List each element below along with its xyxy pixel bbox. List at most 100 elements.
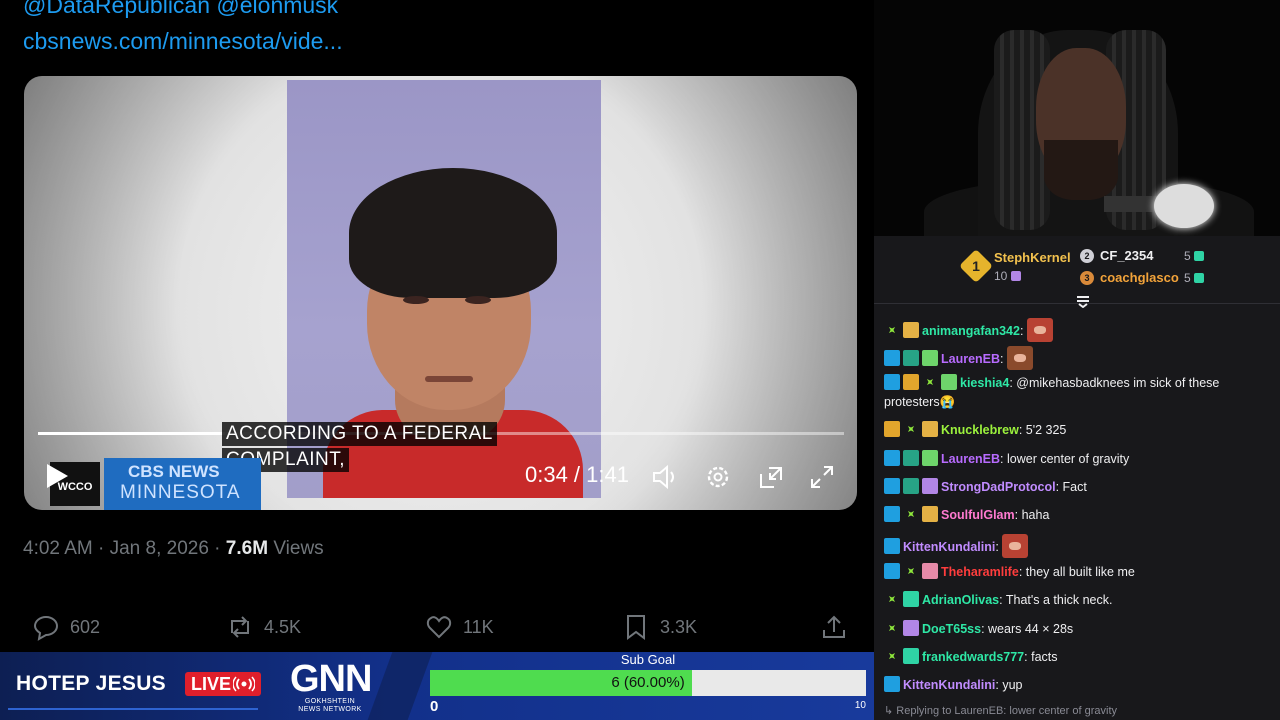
moderator-badge-icon: [884, 538, 900, 554]
bookmark-icon: [627, 615, 645, 640]
gift-leaderboard: 1 StephKernel 10 2 CF_2354 5 3 coachglas…: [874, 236, 1280, 308]
bar-divider: [8, 708, 258, 710]
broadcast-icon: [233, 676, 256, 692]
live-label: LIVE: [191, 674, 232, 694]
chat-text: That's a thick neck.: [1002, 593, 1113, 607]
leaderboard-second-count-value: 5: [1184, 248, 1191, 263]
chat-username[interactable]: LaurenEB: [941, 452, 1000, 466]
chat-username[interactable]: KittenKundalini: [903, 540, 995, 554]
tweet-link[interactable]: cbsnews.com/minnesota/vide...: [23, 28, 343, 55]
vip-badge-icon: [903, 450, 919, 466]
show-title: HOTEP JESUS: [16, 672, 166, 695]
volume-icon[interactable]: [651, 464, 679, 490]
moderator-badge-icon: [884, 506, 900, 522]
chat-username[interactable]: frankedwards777: [922, 650, 1024, 664]
chat-username[interactable]: kieshia4: [960, 376, 1009, 390]
sub-goal-max: 10: [854, 700, 866, 711]
hair: [349, 168, 557, 298]
sub-goal-progress-bar: 6 (60.00%): [430, 670, 866, 696]
emote-icon: [1007, 346, 1033, 370]
chat-username[interactable]: KittenKundalini: [903, 678, 995, 692]
gift-icon: [1194, 250, 1205, 261]
crown-badge-icon: [903, 374, 919, 390]
fullscreen-icon[interactable]: [808, 464, 836, 490]
collapse-toggle-icon[interactable]: [1076, 296, 1090, 308]
tweet-timestamp[interactable]: 4:02 AM · Jan 8, 2026 ·: [23, 538, 226, 559]
chat-username[interactable]: Theharamlife: [941, 565, 1019, 579]
chat-username[interactable]: animangafan342: [922, 324, 1020, 338]
leaderboard-first-name[interactable]: StephKernel: [994, 250, 1071, 265]
chat-text: wears 44 × 28s: [984, 622, 1074, 636]
emote-icon: [1026, 318, 1053, 342]
chat-message: LaurenEB: lower center of gravity: [884, 450, 1274, 469]
settings-gear-icon[interactable]: [704, 464, 732, 490]
sparkle-badge-icon: [903, 421, 919, 437]
repost-button[interactable]: 4.5K: [226, 610, 301, 644]
webcam-beard: [1044, 140, 1118, 200]
chat-panel: 1 StephKernel 10 2 CF_2354 5 3 coachglas…: [874, 236, 1280, 720]
gift-badge-icon: [922, 350, 938, 366]
gnn-logo-main: GNN: [290, 658, 372, 700]
chat-username[interactable]: Knucklebrew: [941, 423, 1019, 437]
repost-icon: [231, 616, 249, 638]
like-count: 11K: [463, 616, 494, 637]
vip-badge-icon: [903, 478, 919, 494]
vip-badge-icon: [903, 350, 919, 366]
gift-badge-icon: [941, 374, 957, 390]
sub-goal-widget: Sub Goal 6 (60.00%) 0 10: [430, 652, 866, 720]
chat-username[interactable]: AdrianOlivas: [922, 593, 999, 607]
reply-hint[interactable]: ↳ Replying to LaurenEB: lower center of …: [884, 704, 1117, 717]
tweet-panel: @DataRepublican @elonmusk cbsnews.com/mi…: [0, 0, 874, 652]
picture-in-picture-icon[interactable]: [757, 464, 785, 490]
video-progress-fill: [38, 432, 225, 435]
leaderboard-third[interactable]: 3 coachglasco 5: [1080, 270, 1280, 285]
heart-icon: [426, 616, 452, 639]
crown-badge-icon: [884, 421, 900, 437]
chat-message: KittenKundalini:: [884, 534, 1274, 558]
moderator-badge-icon: [884, 374, 900, 390]
video-player[interactable]: ACCORDING TO A FEDERAL COMPLAINT, WCCO C…: [24, 76, 857, 510]
chat-message: animangafan342:: [884, 318, 1274, 342]
live-badge: LIVE: [185, 672, 262, 696]
sparkle-badge-icon: [884, 322, 900, 338]
chat-message: DoeT65ss: wears 44 × 28s: [884, 620, 1274, 639]
rank-2-badge-icon: 2: [1080, 248, 1094, 263]
chat-message: Theharamlife: they all built like me: [884, 563, 1274, 582]
video-time: 0:34 / 1:41: [525, 462, 629, 487]
chat-username[interactable]: StrongDadProtocol: [941, 480, 1056, 494]
leaderboard-third-name: coachglasco: [1100, 270, 1179, 285]
like-button[interactable]: 11K: [425, 610, 494, 644]
rank-3-badge-icon: 3: [1080, 270, 1094, 285]
sparkle-badge-icon: [884, 648, 900, 664]
leaderboard-first-count: 10: [994, 269, 1024, 283]
gift-icon: [1010, 271, 1021, 281]
leaderboard-third-count: 5: [1184, 271, 1207, 285]
moderator-badge-icon: [884, 450, 900, 466]
chat-message: StrongDadProtocol: Fact: [884, 478, 1274, 497]
chat-text: haha: [1018, 508, 1050, 522]
bar-slant: [367, 652, 433, 720]
emote-icon: [1002, 534, 1029, 558]
chat-text: yup: [998, 678, 1023, 692]
reply-button[interactable]: 602: [32, 610, 100, 644]
gift-icon: [1194, 272, 1205, 283]
reply-hint-text: Replying to LaurenEB: lower center of gr…: [896, 705, 1118, 717]
tweet-mentions[interactable]: @DataRepublican @elonmusk: [23, 0, 338, 19]
leaderboard-second[interactable]: 2 CF_2354 5: [1080, 248, 1280, 263]
tweet-actions: 602 4.5K 11K 3.3K: [0, 610, 874, 644]
leaderboard-second-name: CF_2354: [1100, 248, 1154, 263]
chat-message: LaurenEB:: [884, 346, 1274, 370]
chat-username[interactable]: LaurenEB: [941, 352, 1000, 366]
moderator-badge-icon: [884, 676, 900, 692]
video-caption-line1: ACCORDING TO A FEDERAL: [222, 422, 497, 446]
bookmark-button[interactable]: 3.3K: [622, 610, 697, 644]
chat-username[interactable]: DoeT65ss: [922, 622, 981, 636]
chat-message: Knucklebrew: 5'2 325: [884, 421, 1274, 440]
gift-badge-icon: [903, 648, 919, 664]
share-icon: [823, 615, 845, 638]
reply-icon: [33, 615, 59, 641]
chat-username[interactable]: SoulfulGlam: [941, 508, 1015, 522]
play-icon[interactable]: [44, 462, 70, 490]
gift-badge-icon: [922, 478, 938, 494]
share-button[interactable]: [820, 610, 848, 644]
